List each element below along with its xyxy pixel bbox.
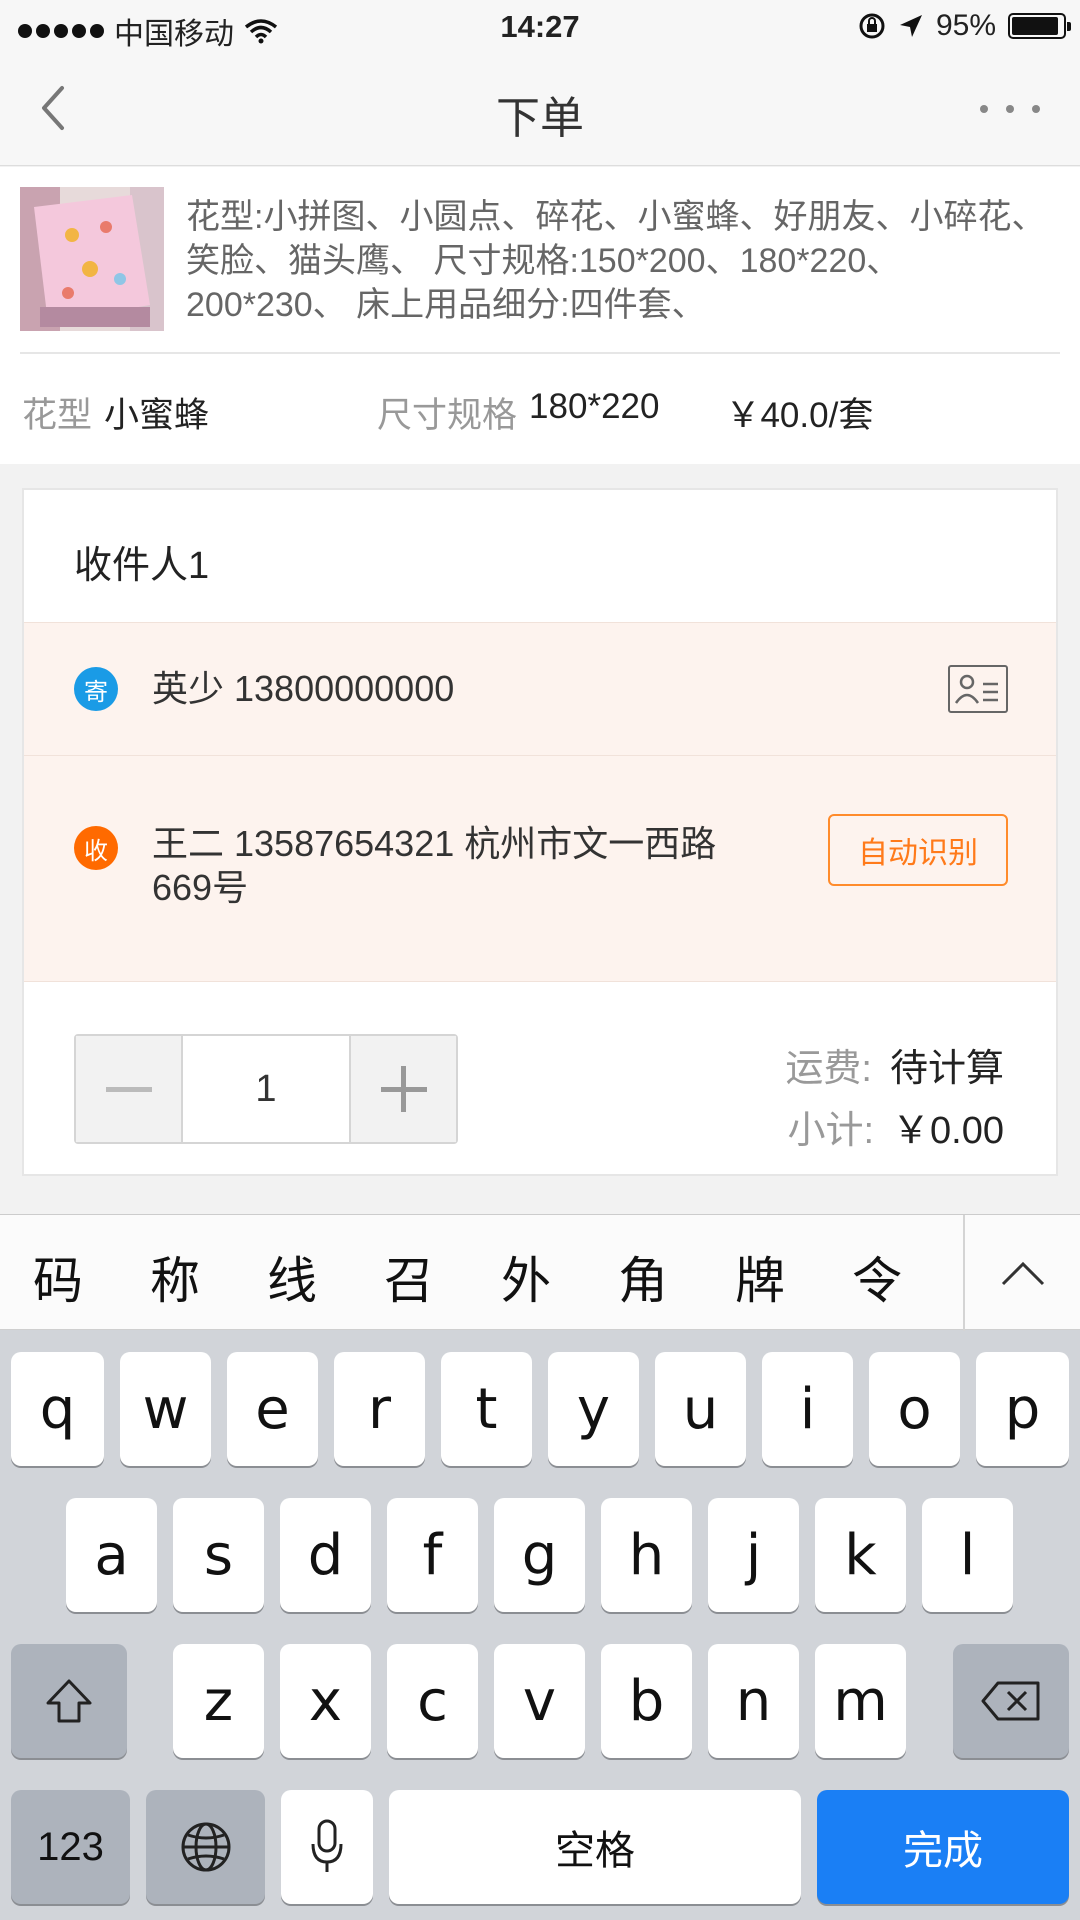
key-v[interactable]: v xyxy=(494,1644,585,1758)
price-summary: 运费: 待计算 小计: ￥0.00 xyxy=(785,1038,1004,1162)
delete-key[interactable] xyxy=(953,1644,1069,1758)
battery-percent: 95% xyxy=(935,9,996,42)
shift-key[interactable] xyxy=(11,1644,127,1758)
key-e[interactable]: e xyxy=(227,1352,318,1466)
key-z[interactable]: z xyxy=(173,1644,264,1758)
page-title: 下单 xyxy=(496,94,584,143)
status-right: 95% xyxy=(858,9,1071,43)
numbers-key[interactable]: 123 xyxy=(11,1790,130,1904)
key-n[interactable]: n xyxy=(708,1644,799,1758)
shipping-value: 待计算 xyxy=(889,1048,1004,1090)
microphone-icon xyxy=(311,1819,343,1872)
key-t[interactable]: t xyxy=(441,1352,532,1466)
key-c[interactable]: c xyxy=(387,1644,478,1758)
candidate-word[interactable]: 牌 xyxy=(720,1241,800,1313)
more-dot xyxy=(1006,105,1014,113)
keyboard: 码 称 线 召 外 角 牌 令 q w e r t y u i o p a s … xyxy=(0,1214,1080,1920)
key-y[interactable]: y xyxy=(548,1352,639,1466)
candidate-word[interactable]: 外 xyxy=(486,1241,566,1313)
globe-key[interactable] xyxy=(146,1790,265,1904)
bedding-image xyxy=(20,187,164,331)
key-i[interactable]: i xyxy=(762,1352,853,1466)
expand-candidates-button[interactable] xyxy=(965,1215,1080,1331)
key-p[interactable]: p xyxy=(976,1352,1069,1466)
orientation-lock-icon xyxy=(859,13,885,39)
product-description: 花型:小拼图、小圆点、碎花、小蜜蜂、好朋友、小碎花、笑脸、猫头鹰、 尺寸规格:1… xyxy=(186,198,1046,324)
increment-button[interactable] xyxy=(349,1036,456,1142)
unit-price: ￥40.0/套 xyxy=(725,396,874,435)
key-d[interactable]: d xyxy=(280,1498,371,1612)
candidate-word[interactable]: 码 xyxy=(18,1241,98,1313)
key-a[interactable]: a xyxy=(66,1498,157,1612)
done-key[interactable]: 完成 xyxy=(817,1790,1069,1904)
candidate-word[interactable]: 召 xyxy=(369,1241,449,1313)
decrement-button[interactable] xyxy=(76,1036,183,1142)
more-dot xyxy=(1032,105,1040,113)
key-k[interactable]: k xyxy=(815,1498,906,1612)
sender-badge: 寄 xyxy=(74,667,118,711)
key-h[interactable]: h xyxy=(601,1498,692,1612)
backspace-icon xyxy=(981,1681,1040,1721)
subtotal-value: ￥0.00 xyxy=(892,1110,1004,1152)
key-s[interactable]: s xyxy=(173,1498,264,1612)
key-f[interactable]: f xyxy=(387,1498,478,1612)
shipping-label: 运费: xyxy=(785,1048,872,1090)
pattern-value: 小蜜蜂 xyxy=(104,396,210,435)
receiver-info[interactable]: 王二 13587654321 杭州市文一西路669号 xyxy=(152,822,762,910)
candidate-word[interactable]: 角 xyxy=(603,1241,683,1313)
selected-specs: 花型 小蜜蜂 尺寸规格 180*220 ￥40.0/套 xyxy=(22,387,873,438)
contact-card-icon[interactable] xyxy=(948,665,1008,713)
dictation-key[interactable] xyxy=(281,1790,373,1904)
shift-icon xyxy=(46,1679,92,1723)
plus-icon-vertical xyxy=(401,1066,406,1112)
globe-icon xyxy=(181,1822,230,1872)
subtotal-line: 小计: ￥0.00 xyxy=(785,1100,1004,1162)
shipping-line: 运费: 待计算 xyxy=(785,1038,1004,1100)
battery-icon xyxy=(1008,13,1071,39)
key-l[interactable]: l xyxy=(922,1498,1013,1612)
auto-recognize-button[interactable]: 自动识别 xyxy=(828,814,1008,886)
location-arrow-icon xyxy=(899,15,922,37)
nav-bar: 下单 xyxy=(0,54,1080,166)
sender-row[interactable]: 寄 英少 13800000000 xyxy=(24,622,1056,756)
receiver-badge: 收 xyxy=(74,826,118,870)
pattern-label: 花型 xyxy=(22,396,93,435)
candidate-word[interactable]: 线 xyxy=(252,1241,332,1313)
key-u[interactable]: u xyxy=(655,1352,746,1466)
contact-card-glyph xyxy=(954,674,998,704)
minus-icon xyxy=(105,1086,152,1092)
key-b[interactable]: b xyxy=(601,1644,692,1758)
key-q[interactable]: q xyxy=(11,1352,104,1466)
more-dot xyxy=(980,105,988,113)
receiver-row[interactable]: 收 王二 13587654321 杭州市文一西路669号 自动识别 xyxy=(24,756,1056,982)
chevron-up-icon xyxy=(1001,1261,1044,1286)
candidate-word[interactable]: 令 xyxy=(837,1241,917,1313)
key-o[interactable]: o xyxy=(869,1352,960,1466)
key-x[interactable]: x xyxy=(280,1644,371,1758)
space-key[interactable]: 空格 xyxy=(389,1790,801,1904)
key-g[interactable]: g xyxy=(494,1498,585,1612)
candidate-word[interactable]: 称 xyxy=(135,1241,215,1313)
product-image[interactable] xyxy=(20,187,164,331)
divider xyxy=(20,352,1060,354)
product-section: 花型:小拼图、小圆点、碎花、小蜜蜂、好朋友、小碎花、笑脸、猫头鹰、 尺寸规格:1… xyxy=(0,167,1080,464)
more-button[interactable] xyxy=(980,94,1040,124)
key-m[interactable]: m xyxy=(815,1644,906,1758)
key-j[interactable]: j xyxy=(708,1498,799,1612)
candidate-bar: 码 称 线 召 外 角 牌 令 xyxy=(0,1214,1080,1331)
subtotal-label: 小计: xyxy=(787,1110,875,1152)
quantity-value[interactable]: 1 xyxy=(183,1036,349,1142)
quantity-stepper: 1 xyxy=(74,1034,458,1144)
size-value: 180*220 xyxy=(529,387,660,426)
recipient-heading: 收件人1 xyxy=(74,545,210,587)
status-bar: 中国移动 14:27 95% xyxy=(0,0,1080,54)
recipient-card: 收件人1 寄 英少 13800000000 收 王二 13587654321 杭… xyxy=(22,488,1058,1176)
size-label: 尺寸规格 xyxy=(377,396,518,435)
sender-info: 英少 13800000000 xyxy=(152,668,455,709)
key-w[interactable]: w xyxy=(120,1352,211,1466)
key-r[interactable]: r xyxy=(334,1352,425,1466)
